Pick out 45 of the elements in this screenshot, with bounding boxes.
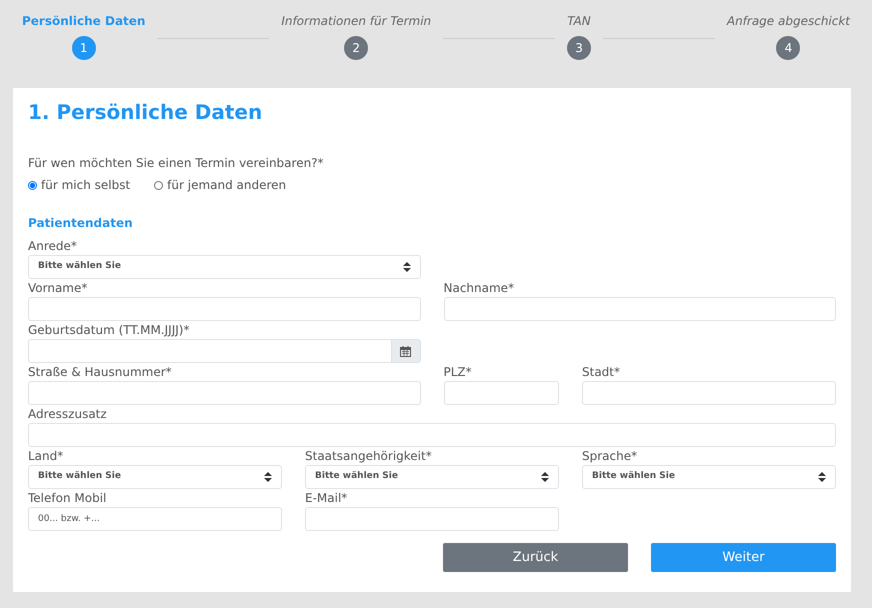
field-label: PLZ* — [444, 364, 473, 381]
field-label: Straße & Hausnummer* — [28, 364, 173, 381]
text-field[interactable]: 00... bzw. +... — [28, 507, 282, 531]
next-button[interactable]: Weiter — [651, 543, 836, 572]
text-field[interactable] — [444, 381, 559, 405]
field-label: Staatsangehörigkeit* — [305, 448, 433, 465]
text-field[interactable] — [28, 381, 420, 405]
text-field[interactable] — [28, 297, 420, 321]
step-number[interactable]: 4 — [776, 36, 800, 60]
text-field[interactable] — [305, 507, 559, 531]
select-field[interactable]: Bitte wählen Sie — [28, 255, 420, 279]
field-label: Land* — [28, 448, 64, 465]
radio-label[interactable]: für jemand anderen — [167, 176, 286, 194]
step-number[interactable]: 3 — [567, 36, 592, 60]
text-field[interactable] — [582, 381, 836, 405]
step-label[interactable]: TAN — [567, 12, 591, 30]
field-label: Vorname* — [28, 280, 88, 297]
page-title: 1. Persönliche Daten — [28, 100, 264, 124]
step-label[interactable]: Informationen für Termin — [281, 12, 432, 30]
field-label: E-Mail* — [305, 490, 348, 507]
select-field[interactable]: Bitte wählen Sie — [305, 465, 559, 489]
field-label: Stadt* — [582, 364, 621, 381]
radio-button[interactable] — [154, 180, 164, 190]
section-title: Patientendaten — [28, 215, 134, 232]
select-field[interactable]: Bitte wählen Sie — [28, 465, 282, 489]
field-label: Anrede* — [28, 238, 78, 255]
step-label[interactable]: Persönliche Daten — [22, 12, 146, 30]
step-number[interactable]: 1 — [72, 36, 96, 60]
step-label[interactable]: Anfrage abgeschickt — [726, 12, 850, 30]
back-button[interactable]: Zurück — [443, 543, 628, 572]
text-field[interactable] — [444, 297, 836, 321]
field-label: Geburtsdatum (TT.MM.JJJJ)* — [28, 322, 190, 339]
question-text: Für wen möchten Sie einen Termin vereinbaren?* — [28, 155, 325, 172]
calendar-button[interactable] — [392, 339, 420, 363]
select-field[interactable]: Bitte wählen Sie — [582, 465, 836, 489]
calendar-icon — [400, 346, 412, 356]
radio-button[interactable] — [28, 180, 37, 190]
field-label: Adresszusatz — [28, 406, 108, 423]
text-field[interactable] — [28, 423, 836, 447]
field-label: Nachname* — [444, 280, 516, 297]
date-field[interactable] — [28, 339, 392, 363]
radio-label[interactable]: für mich selbst — [41, 176, 130, 194]
step-number[interactable]: 2 — [344, 36, 368, 60]
field-label: Sprache* — [582, 448, 638, 465]
field-label: Telefon Mobil — [28, 490, 108, 507]
